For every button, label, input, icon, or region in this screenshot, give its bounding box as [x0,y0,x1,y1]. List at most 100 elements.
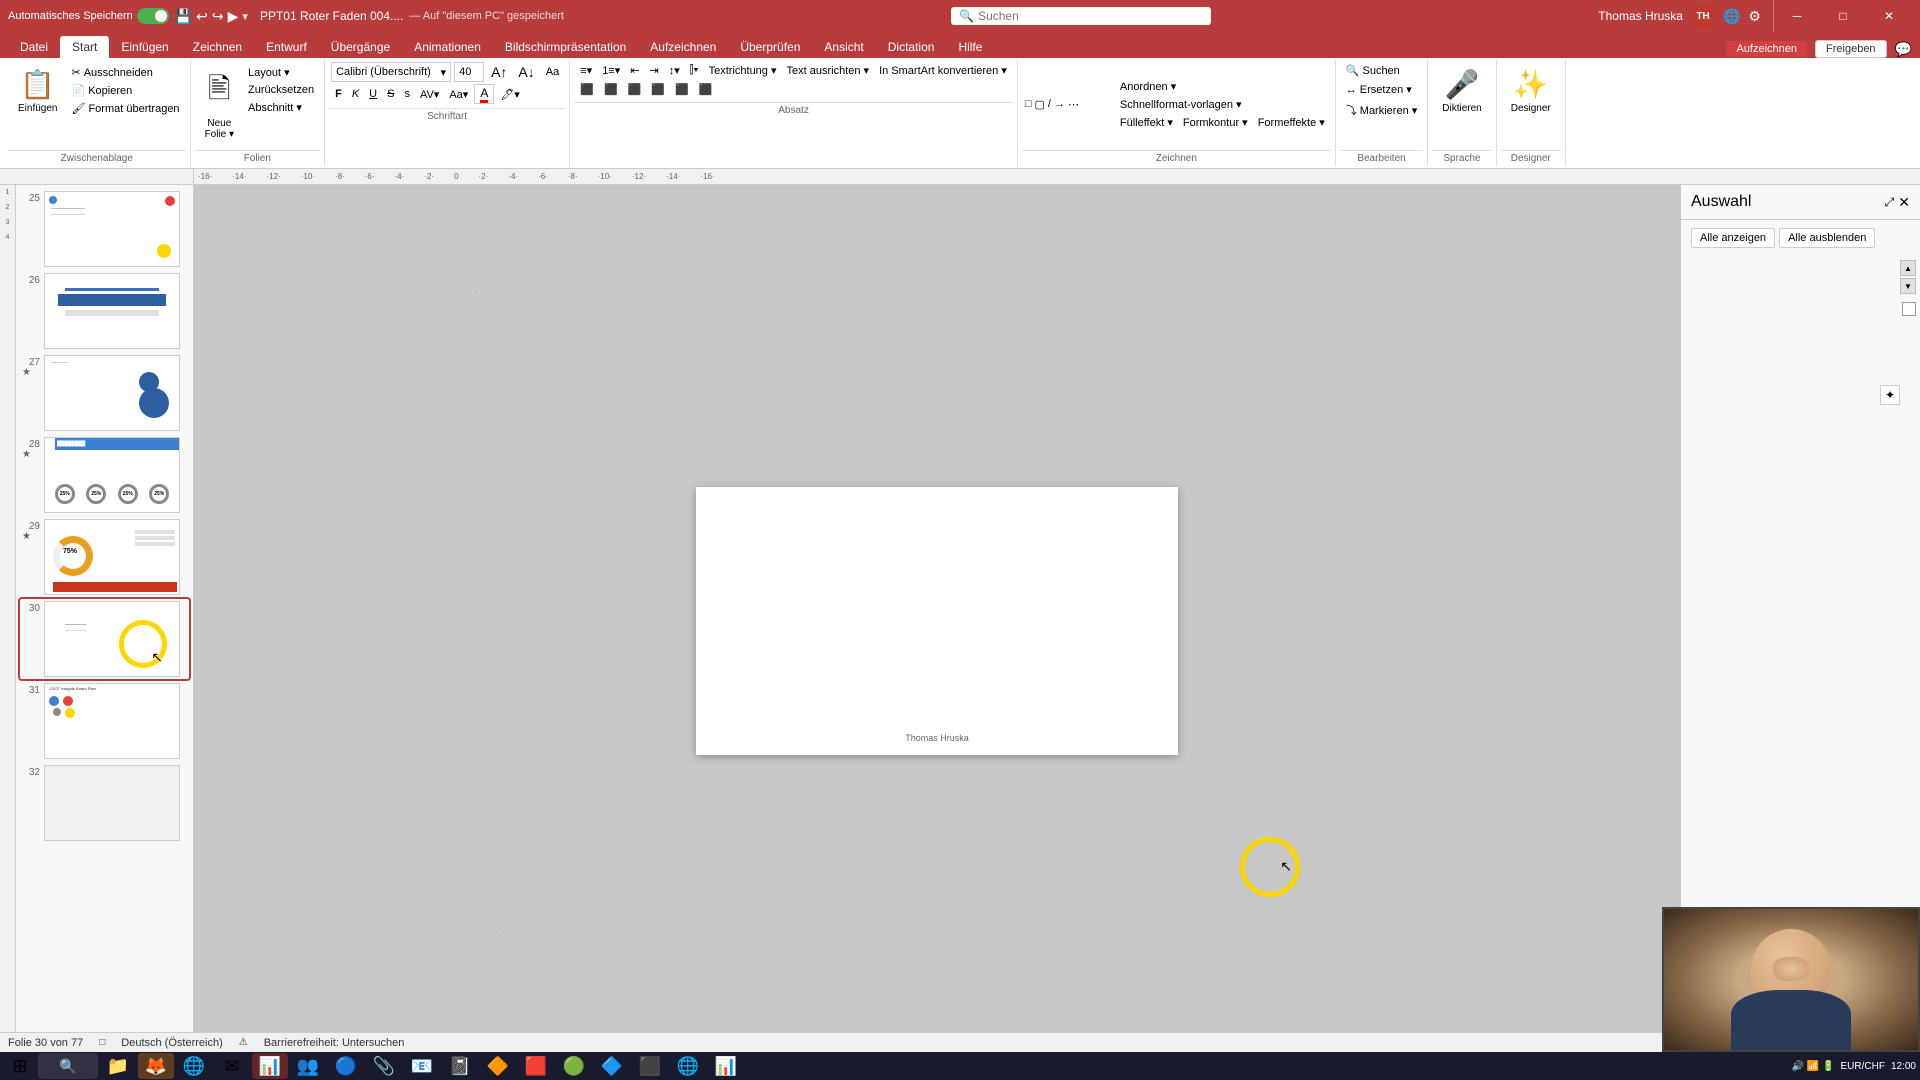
share-icon[interactable]: 🌐 [1723,8,1740,25]
layout-button[interactable]: Layout ▾ [244,64,318,81]
scroll-down-arrow[interactable]: ▼ [1900,278,1916,294]
redo-icon[interactable]: ↪ [212,8,224,25]
einfuegen-button[interactable]: 📋 Einfügen [10,64,65,118]
search-input[interactable] [978,9,1198,23]
taskbar-app11[interactable]: 🟢 [556,1053,592,1079]
slide-item-32[interactable]: 32 [20,763,189,843]
align-right-button[interactable]: ⬛ [624,81,646,98]
taskbar-files[interactable]: 📁 [100,1053,136,1079]
shape-rounded[interactable]: ▢ [1034,97,1046,112]
comment-icon[interactable]: 💬 [1895,41,1912,58]
minimize-button[interactable]: ─ [1774,0,1820,32]
slide-item-29[interactable]: ★ 29 75% [20,517,189,597]
designer-button[interactable]: ✨ Designer [1503,64,1559,118]
share-button[interactable]: Freigeben [1815,40,1887,58]
save-icon[interactable]: 💾 [175,8,192,25]
text-color-box[interactable]: A [474,84,494,104]
autosave-toggle[interactable]: Automatisches Speichern [8,8,169,24]
dropdown-icon[interactable]: ▾ [242,10,248,23]
col-button[interactable]: ⬛ [671,81,693,98]
taskbar-powerpoint[interactable]: 📊 [252,1053,288,1079]
zuruecksetzen-button[interactable]: Zurücksetzen [244,82,318,98]
tab-einfuegen[interactable]: Einfügen [109,36,180,58]
panel-expand-icon[interactable]: ⤢ [1885,195,1895,210]
numbering-button[interactable]: 1≡▾ [598,62,624,79]
formkontur-button[interactable]: Formkontur ▾ [1179,114,1252,131]
shape-line[interactable]: / [1047,97,1052,112]
shape-more[interactable]: ⋯ [1067,97,1080,112]
line-spacing-button[interactable]: ↕▾ [665,62,684,79]
taskbar-onenote[interactable]: 📓 [442,1053,478,1079]
windows-button[interactable]: ⊞ [4,1053,36,1079]
clear-format-button[interactable]: Aa [542,64,563,80]
neue-folie-button[interactable]: 🖹 NeueFolie ▾ [197,64,242,144]
taskbar-excel[interactable]: 📊 [708,1053,744,1079]
tab-ansicht[interactable]: Ansicht [812,36,875,58]
panel-close-icon[interactable]: ✕ [1898,194,1910,211]
taskbar-app14[interactable]: 🌐 [670,1053,706,1079]
slide-item-28[interactable]: ★ 28 ████████ 25% 25% 25% 25% [20,435,189,515]
bullets-button[interactable]: ≡▾ [576,62,596,79]
show-all-button[interactable]: Alle anzeigen [1691,228,1775,248]
ersetzen-button[interactable]: ↔ Ersetzen ▾ [1342,81,1421,98]
tab-hilfe[interactable]: Hilfe [946,36,994,58]
taskbar-chrome[interactable]: 🌐 [176,1053,212,1079]
strikethrough-button[interactable]: S [383,86,398,102]
ausschneiden-button[interactable]: ✂ Ausschneiden [67,64,183,81]
diktieren-button[interactable]: 🎤 Diktieren [1434,64,1489,118]
undo-icon[interactable]: ↩ [196,8,208,25]
align-center-button[interactable]: ⬛ [600,81,622,98]
present-icon[interactable]: ▶ [228,8,239,25]
shape-arrow[interactable]: → [1053,97,1066,112]
slide-item-26[interactable]: 26 [20,271,189,351]
highlight-button[interactable]: 🖊▾ [496,86,524,103]
taskbar-app7[interactable]: 📧 [404,1053,440,1079]
justify-button[interactable]: ⬛ [647,81,669,98]
italic-button[interactable]: K [348,86,363,102]
para-spacing-button[interactable]: ⬛ [695,81,717,98]
tab-start[interactable]: Start [60,36,109,58]
tab-ueberpruefen[interactable]: Überprüfen [728,36,812,58]
schnellformatvorlagen-button[interactable]: Schnellformat-vorlagen ▾ [1116,96,1329,113]
taskbar-app9[interactable]: 🔶 [480,1053,516,1079]
taskbar-firefox[interactable]: 🦊 [138,1053,174,1079]
abschnitt-button[interactable]: Abschnitt ▾ [244,99,318,116]
formeffekte-button[interactable]: Formeffekte ▾ [1254,114,1329,131]
font-size-input[interactable]: 40 [454,62,484,82]
fuelleffekt-button[interactable]: Fülleffekt ▾ [1116,114,1177,131]
text-case-button[interactable]: Aa▾ [445,86,472,103]
tab-uebergaenge[interactable]: Übergänge [319,36,402,58]
format-uebertragen-button[interactable]: 🖌 Format übertragen [67,100,183,117]
increase-indent-button[interactable]: ⇥ [645,62,662,79]
shadow-button[interactable]: s [400,86,414,102]
hide-all-button[interactable]: Alle ausblenden [1779,228,1875,248]
decrease-font-button[interactable]: A↓ [514,62,538,82]
taskbar-app12[interactable]: 🔷 [594,1053,630,1079]
tab-animationen[interactable]: Animationen [402,36,493,58]
close-button[interactable]: ✕ [1866,0,1912,32]
settings-icon[interactable]: ⚙ [1748,8,1761,25]
smartart-button[interactable]: In SmartArt konvertieren ▾ [875,62,1011,79]
align-left-button[interactable]: ⬛ [576,81,598,98]
tab-entwurf[interactable]: Entwurf [254,36,319,58]
taskbar-app13[interactable]: ⬛ [632,1053,668,1079]
taskbar-app5[interactable]: 🔵 [328,1053,364,1079]
markieren-button[interactable]: ⤵ Markieren ▾ [1342,100,1421,120]
kopieren-button[interactable]: 📄 Kopieren [67,82,183,99]
shape-rect[interactable]: □ [1024,97,1033,112]
font-name-selector[interactable]: Calibri (Überschrift) ▾ [331,62,451,82]
bold-button[interactable]: F [331,86,346,102]
taskbar-app6[interactable]: 📎 [366,1053,402,1079]
anordnen-button[interactable]: Anordnen ▾ [1116,78,1329,95]
taskbar-outlook[interactable]: ✉ [214,1053,250,1079]
tab-dictation[interactable]: Dictation [876,36,947,58]
tab-bildschirmpraesenation[interactable]: Bildschirmpräsentation [493,36,638,58]
search-taskbar-button[interactable]: 🔍 [38,1053,98,1079]
underline-button[interactable]: U [365,86,381,102]
suchen-button[interactable]: 🔍 Suchen [1342,62,1421,79]
tab-zeichnen[interactable]: Zeichnen [181,36,254,58]
text-direction-button[interactable]: Textrichtung ▾ [705,62,781,79]
slide-item-30[interactable]: 30 ↖ ────── ────── [20,599,189,679]
char-spacing-button[interactable]: AV▾ [416,86,443,103]
decrease-indent-button[interactable]: ⇤ [626,62,643,79]
